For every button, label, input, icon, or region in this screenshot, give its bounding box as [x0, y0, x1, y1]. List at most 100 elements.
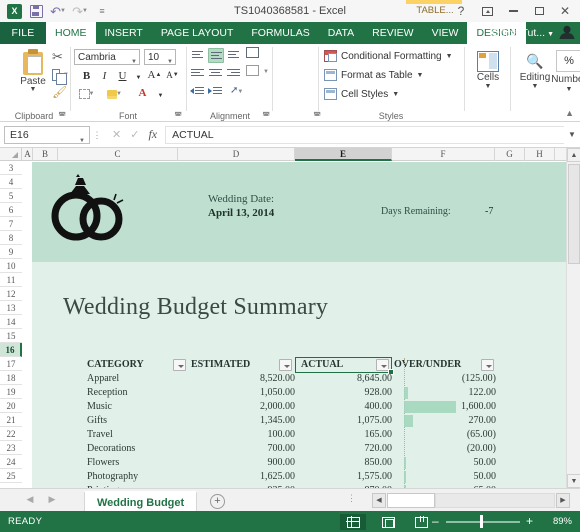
cell-styles-button[interactable]: Cell Styles ▼ — [324, 88, 399, 100]
scroll-up-icon[interactable]: ▲ — [567, 148, 580, 162]
paste-button[interactable]: Paste ▼ — [14, 47, 52, 103]
scroll-left-icon[interactable]: ◀ — [372, 493, 386, 508]
table-row[interactable]: Flowers 900.00 850.00 50.00 — [23, 456, 566, 470]
row-header-6[interactable]: 6 — [0, 203, 22, 217]
align-center-button[interactable] — [208, 66, 224, 81]
filter-dropdown-category[interactable] — [173, 359, 186, 371]
column-header-d[interactable]: D — [178, 148, 295, 161]
row-header-5[interactable]: 5 — [0, 189, 22, 203]
horizontal-scroll-track[interactable] — [435, 493, 555, 508]
clipboard-dialog-launcher[interactable]: ◚ — [58, 111, 66, 120]
cells-button[interactable]: Cells ▼ — [469, 49, 507, 90]
underline-button[interactable]: U — [114, 68, 131, 84]
tab-review[interactable]: REVIEW — [363, 22, 422, 44]
cut-icon[interactable]: ✂ — [52, 49, 69, 65]
row-header-15[interactable]: 15 — [0, 329, 22, 343]
page-break-preview-button[interactable] — [408, 514, 434, 530]
horizontal-scroll-thumb[interactable] — [387, 493, 435, 508]
row-header-14[interactable]: 14 — [0, 315, 22, 329]
editing-button[interactable]: 🔍 Editing ▼ — [516, 49, 554, 90]
zoom-level-label[interactable]: 89% — [553, 516, 572, 527]
font-dialog-launcher[interactable]: ◚ — [174, 111, 182, 120]
row-header-9[interactable]: 9 — [0, 245, 22, 259]
tab-home[interactable]: HOME — [46, 22, 96, 44]
table-row[interactable]: Reception 1,050.00 928.00 122.00 — [23, 386, 566, 400]
vertical-scroll-thumb[interactable] — [568, 164, 580, 264]
zoom-slider-track[interactable] — [446, 521, 520, 523]
minimize-button[interactable] — [500, 1, 526, 21]
conditional-formatting-button[interactable]: Conditional Formatting ▼ — [324, 50, 453, 62]
fill-color-icon[interactable]: ▼ — [106, 86, 123, 102]
format-as-table-button[interactable]: Format as Table ▼ — [324, 69, 423, 81]
row-header-13[interactable]: 13 — [0, 301, 22, 315]
column-header-h[interactable]: H — [525, 148, 555, 161]
row-header-7[interactable]: 7 — [0, 217, 22, 231]
row-header-20[interactable]: 20 — [0, 399, 22, 413]
vertical-scrollbar[interactable]: ▲ ▼ — [566, 148, 580, 488]
font-size-combobox[interactable]: 10 ▼ — [144, 49, 176, 65]
align-bottom-button[interactable] — [226, 48, 242, 63]
copy-icon[interactable]: ▼ — [52, 67, 69, 85]
row-header-24[interactable]: 24 — [0, 455, 22, 469]
sheet-tab-wedding-budget[interactable]: Wedding Budget — [84, 491, 198, 512]
horizontal-scrollbar[interactable]: ◀ ▶ — [372, 493, 570, 508]
zoom-slider-thumb[interactable] — [480, 515, 483, 528]
row-header-8[interactable]: 8 — [0, 231, 22, 245]
row-header-17[interactable]: 17 — [0, 357, 22, 371]
row-header-19[interactable]: 19 — [0, 385, 22, 399]
alignment-dialog-launcher[interactable]: ◚ — [262, 111, 270, 120]
tab-data[interactable]: DATA — [319, 22, 363, 44]
underline-dropdown-icon[interactable]: ▼ — [130, 70, 147, 86]
italic-button[interactable]: I — [96, 68, 113, 84]
zoom-in-button[interactable]: + — [526, 515, 533, 527]
table-row[interactable]: Travel 100.00 165.00 (65.00) — [23, 428, 566, 442]
row-header-18[interactable]: 18 — [0, 371, 22, 385]
row-header-23[interactable]: 23 — [0, 441, 22, 455]
row-header-25[interactable]: 25 — [0, 469, 22, 483]
insert-function-icon[interactable]: fx — [148, 127, 157, 142]
wrap-text-button[interactable] — [246, 47, 262, 62]
orientation-button[interactable]: ➚▼ — [230, 84, 246, 99]
row-header-3[interactable]: 3 — [0, 161, 22, 175]
filter-dropdown-estimated[interactable] — [279, 359, 292, 371]
column-header-e[interactable]: E — [295, 148, 392, 161]
increase-font-size-button[interactable]: A ▲ — [146, 67, 163, 83]
row-header-22[interactable]: 22 — [0, 427, 22, 441]
number-format-percent-button[interactable]: % — [556, 50, 580, 72]
tab-view[interactable]: VIEW — [423, 22, 468, 44]
selected-cell-e16[interactable] — [295, 357, 394, 375]
add-sheet-button[interactable]: + — [210, 494, 225, 509]
previous-sheet-icon[interactable]: ◀ — [22, 494, 38, 508]
column-header-a[interactable]: A — [23, 148, 33, 161]
align-top-button[interactable] — [190, 48, 206, 63]
column-header-f[interactable]: F — [392, 148, 495, 161]
account-avatar-icon[interactable] — [558, 24, 576, 40]
decrease-indent-button[interactable] — [190, 84, 206, 99]
align-middle-button[interactable] — [208, 48, 224, 63]
zoom-out-button[interactable]: – — [432, 515, 439, 527]
increase-indent-button[interactable] — [208, 84, 224, 99]
select-all-corner[interactable] — [0, 148, 22, 161]
help-button[interactable]: ? — [448, 1, 474, 21]
format-painter-icon[interactable]: 🖌 — [52, 85, 69, 101]
formula-input[interactable]: ACTUAL — [165, 125, 564, 144]
table-row[interactable]: Gifts 1,345.00 1,075.00 270.00 — [23, 414, 566, 428]
normal-view-button[interactable] — [340, 514, 366, 530]
column-header-g[interactable]: G — [495, 148, 525, 161]
tab-file[interactable]: FILE — [0, 22, 46, 44]
bold-button[interactable]: B — [78, 68, 95, 84]
name-box[interactable]: E16 ▼ — [4, 125, 90, 144]
tab-split-grip[interactable]: ⋮ — [347, 494, 356, 503]
restore-button[interactable] — [526, 1, 552, 21]
tab-page-layout[interactable]: PAGE LAYOUT — [152, 22, 243, 44]
font-family-combobox[interactable]: Cambria ▼ — [74, 49, 140, 65]
row-header-21[interactable]: 21 — [0, 413, 22, 427]
decrease-font-size-button[interactable]: A ▼ — [164, 67, 181, 83]
expand-formula-bar-icon[interactable]: ▼ — [564, 130, 580, 139]
next-sheet-icon[interactable]: ▶ — [44, 494, 60, 508]
row-header-12[interactable]: 12 — [0, 287, 22, 301]
align-left-button[interactable] — [190, 66, 206, 81]
align-right-button[interactable] — [226, 66, 242, 81]
tab-insert[interactable]: INSERT — [96, 22, 152, 44]
table-row[interactable]: Decorations 700.00 720.00 (20.00) — [23, 442, 566, 456]
